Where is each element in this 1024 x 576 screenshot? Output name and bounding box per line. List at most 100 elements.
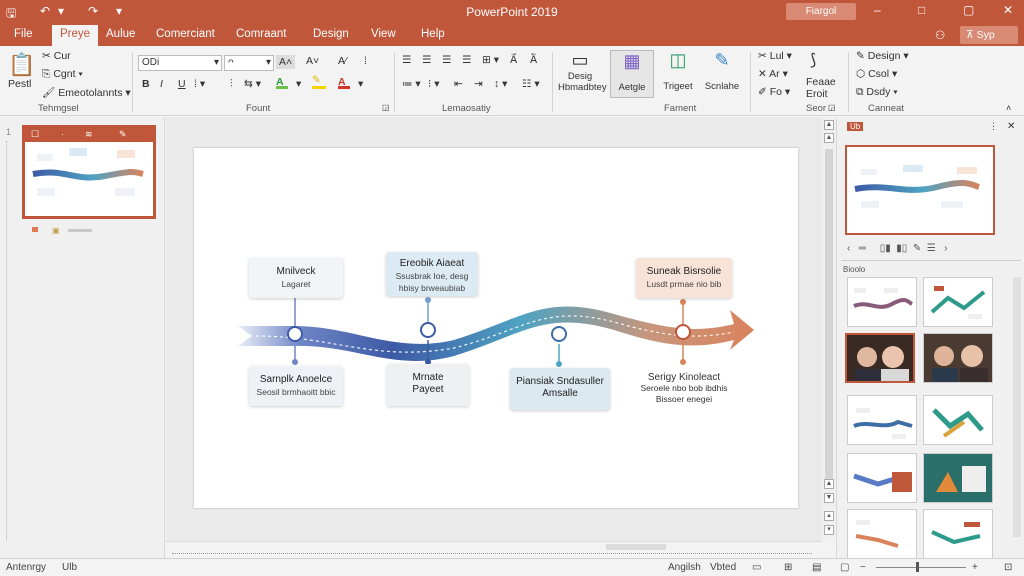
trigger-button[interactable]: ◫ Trigeet xyxy=(656,50,700,98)
bold-button[interactable]: B xyxy=(142,78,150,90)
design-option-9[interactable] xyxy=(847,509,917,559)
clear-format-button[interactable]: A⁄ xyxy=(338,55,347,67)
tab-view[interactable]: View xyxy=(371,28,396,40)
tab-file[interactable]: File xyxy=(14,28,33,40)
strikethrough-button[interactable]: ⁞ ▾ xyxy=(194,78,205,90)
find-sub-label[interactable]: Eroit xyxy=(806,88,828,100)
milestone-card-6[interactable]: Piansiak Sndasuller Amsalle xyxy=(510,368,610,410)
close-button[interactable]: ✕ xyxy=(1003,3,1013,17)
status-left2-text[interactable]: Ulb xyxy=(62,562,77,573)
design-option-2[interactable] xyxy=(923,277,993,327)
scroll-thumb[interactable] xyxy=(825,149,833,489)
pane-tool-chart-icon[interactable]: ▯▮ xyxy=(880,243,891,254)
status-view[interactable]: Vbted xyxy=(710,562,736,573)
milestone-card-1[interactable]: Mnilveck Lagaret xyxy=(249,258,343,298)
font-more-button[interactable]: ⁞ xyxy=(364,55,367,67)
status-language[interactable]: Angilsh xyxy=(668,562,701,573)
collapse-ribbon-icon[interactable]: ˄ xyxy=(1006,103,1011,113)
font-size-box[interactable]: ᴖ ▾ xyxy=(224,55,274,71)
underline-button[interactable]: U xyxy=(178,78,186,90)
indent-decrease-button[interactable]: ⇤ xyxy=(454,78,463,90)
columns-button[interactable]: ⊞ ▾ xyxy=(482,54,499,66)
spacing-button[interactable]: ⇆ ▾ xyxy=(244,78,261,90)
design-option-4[interactable] xyxy=(923,333,993,383)
zoom-slider[interactable] xyxy=(876,567,966,568)
line-spacing-button[interactable]: ↕ ▾ xyxy=(494,78,507,90)
milestone-card-2[interactable]: Ereobik Aiaeat Ssusbrak Ioe, desg hbisy … xyxy=(386,252,478,296)
pane-tool-bars-icon[interactable]: ▮▯ xyxy=(896,243,907,254)
normal-view-icon[interactable]: ▭ xyxy=(752,562,761,573)
restore-button[interactable]: □ xyxy=(918,3,925,17)
editing-row-1[interactable]: ✂ Lul ▾ xyxy=(758,50,792,62)
scroll-up-icon[interactable]: ▲ xyxy=(824,120,834,130)
zoom-in-icon[interactable]: + xyxy=(972,562,978,573)
align-text-button[interactable]: A⃖ xyxy=(530,54,537,66)
slide[interactable]: Mnilveck Lagaret Ereobik Aiaeat Ssusbrak… xyxy=(194,148,798,508)
design-row-3[interactable]: ⧉ Dsdy ▾ xyxy=(856,86,898,99)
find-label[interactable]: Feaae xyxy=(806,76,836,88)
design-row-2[interactable]: ⬡ Csol ▾ xyxy=(856,68,897,80)
pane-tool-list-icon[interactable]: ☰ xyxy=(927,243,936,254)
align-center-button[interactable]: ☰ xyxy=(422,54,431,66)
chevron-down-icon[interactable]: ▾ xyxy=(296,78,301,90)
tab-design[interactable]: Design xyxy=(313,28,349,40)
status-left-text[interactable]: Antenrgy xyxy=(6,562,46,573)
design-option-7[interactable] xyxy=(847,453,917,503)
tab-aulue[interactable]: Aulue xyxy=(106,28,135,40)
next-slide-icon[interactable]: ▾ xyxy=(824,525,834,535)
pane-tool-right-icon[interactable]: › xyxy=(944,243,947,254)
editing-dialog-launcher[interactable]: ◲ xyxy=(828,103,836,112)
minimize-button[interactable]: – xyxy=(874,3,881,17)
editing-row-3[interactable]: ✐ Fo ▾ xyxy=(758,86,790,98)
numbering-button[interactable]: ⁝ ▾ xyxy=(428,78,440,90)
format-painter-button[interactable]: 🖌 Emeotolannts ▾ xyxy=(42,86,131,99)
increase-font-button[interactable]: A˄ xyxy=(276,55,296,69)
align-right-button[interactable]: ☰ xyxy=(442,54,451,66)
design-option-5[interactable] xyxy=(847,395,917,445)
design-row-1[interactable]: ✎ Design ▾ xyxy=(856,50,909,62)
previous-slide-icon[interactable]: ▴ xyxy=(824,511,834,521)
scroll-down-icon[interactable]: ▼ xyxy=(824,493,834,503)
design-option-8[interactable] xyxy=(923,453,993,503)
copy-button[interactable]: ⎘ Cgnt ▾ xyxy=(42,68,83,81)
vertical-scrollbar[interactable]: ▲ ▲ ▲ ▼ ▴ ▾ xyxy=(822,117,836,541)
milestone-card-5[interactable]: Mrnate Payeet xyxy=(387,364,469,406)
highlight-button[interactable]: ✎ xyxy=(312,74,326,89)
pane-tool-left-icon[interactable]: ‹ xyxy=(847,243,850,254)
scroll-up-icon[interactable]: ▲ xyxy=(824,133,834,143)
text-color-button[interactable]: A xyxy=(338,76,350,89)
design-option-10[interactable] xyxy=(923,509,993,559)
pane-scrollbar[interactable] xyxy=(1013,277,1021,537)
tab-comerciant[interactable]: Comerciant xyxy=(156,28,215,40)
arrange-button[interactable]: ▦ Aetgle xyxy=(610,50,654,98)
font-color-button[interactable]: A xyxy=(276,76,288,89)
paste-label[interactable]: Pestl xyxy=(8,78,31,90)
zoom-out-icon[interactable]: − xyxy=(860,562,866,573)
reading-view-icon[interactable]: ▤ xyxy=(812,562,821,573)
indent-increase-button[interactable]: ⇥ xyxy=(474,78,483,90)
milestone-card-3[interactable]: Suneak Bisrsolie Lusdt prmae nio bib xyxy=(636,258,732,298)
font-dialog-launcher[interactable]: ◲ xyxy=(382,103,390,112)
pane-tool-edit-icon[interactable]: ✎ xyxy=(913,243,921,254)
milestone-card-4[interactable]: Sarnplk Anoelce Seosil brmhaoitt bbic xyxy=(249,366,343,406)
restore-down-icon[interactable]: ▢ xyxy=(963,3,974,17)
slide-sorter-icon[interactable]: ⊞ xyxy=(784,562,792,573)
tab-help[interactable]: Help xyxy=(421,28,445,40)
font-name-box[interactable]: ODi ▾ xyxy=(138,55,222,71)
slideshow-icon[interactable]: ▢ xyxy=(840,562,849,573)
shadow-button[interactable]: ⫶ xyxy=(230,78,233,91)
horizontal-scroll-thumb[interactable] xyxy=(606,544,666,550)
decrease-font-button[interactable]: A˅ xyxy=(306,55,319,67)
text-direction-button[interactable]: A⃗ xyxy=(510,54,517,66)
pane-close-icon[interactable]: ✕ xyxy=(1007,121,1015,132)
design-preview-large[interactable] xyxy=(845,145,995,235)
paste-icon[interactable]: 📋 xyxy=(8,52,35,78)
pane-tool-equals-icon[interactable]: ═ xyxy=(859,243,866,254)
justify-button[interactable]: ☰ xyxy=(462,54,471,66)
design-option-6[interactable] xyxy=(923,395,993,445)
fit-window-icon[interactable]: ⊡ xyxy=(1004,562,1012,573)
slide-thumbnail-1[interactable]: ☐ · ≋ ✎ xyxy=(22,125,156,219)
tab-comraant[interactable]: Comraant xyxy=(236,28,287,40)
design-option-1[interactable] xyxy=(847,277,917,327)
search-box[interactable]: Fiargol xyxy=(786,3,856,20)
